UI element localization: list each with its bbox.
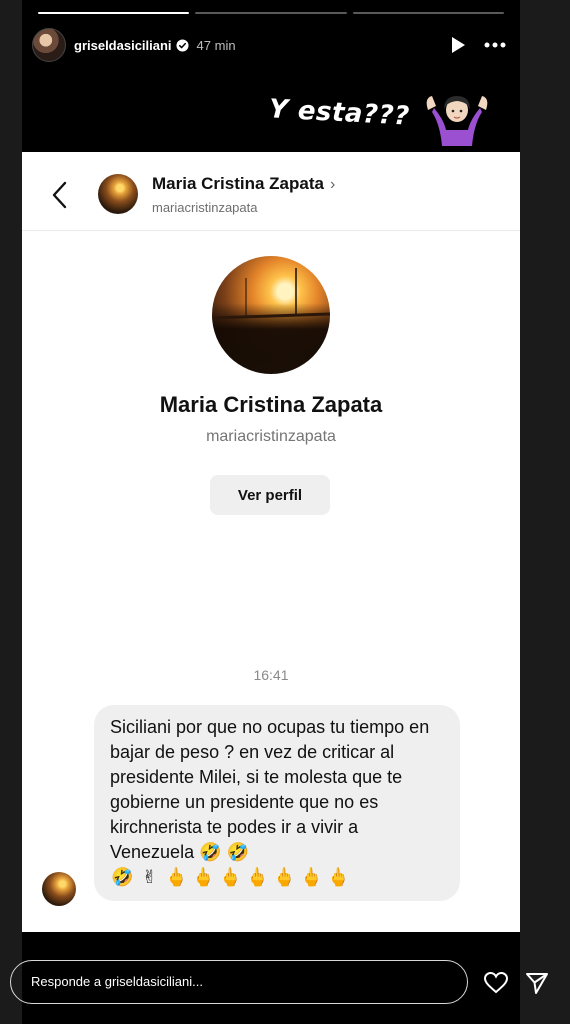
story-progress — [38, 12, 504, 14]
contact-name[interactable]: Maria Cristina Zapata › — [152, 174, 335, 194]
message-body: Siciliani por que no ocupas tu tiempo en… — [110, 717, 430, 862]
contact-avatar[interactable] — [98, 174, 138, 214]
progress-segment — [352, 12, 504, 14]
sender-avatar[interactable] — [42, 872, 76, 906]
story-username[interactable]: griseldasiciliani — [74, 38, 172, 53]
profile-avatar[interactable] — [212, 256, 330, 374]
profile-name: Maria Cristina Zapata — [159, 392, 383, 417]
chevron-right-icon: › — [329, 176, 336, 193]
story-viewer: griseldasiciliani 47 min Y esta??? Maria… — [22, 0, 520, 1024]
story-time: 47 min — [196, 37, 236, 53]
emoji: 🖕 — [246, 867, 271, 888]
dm-screenshot: Maria Cristina Zapata › mariacristinzapat… — [22, 152, 520, 932]
story-header: griseldasiciliani 47 min — [32, 28, 506, 62]
view-profile-button[interactable]: Ver perfil — [210, 475, 330, 515]
chat-header: Maria Cristina Zapata › mariacristinzapat… — [22, 152, 520, 231]
emoji: ✌ — [141, 867, 160, 888]
contact-name-text: Maria Cristina Zapata — [152, 174, 324, 193]
emoji: 🤣 — [111, 867, 136, 888]
message-timestamp: 16:41 — [253, 667, 289, 683]
emoji: 🖕 — [327, 867, 352, 888]
heart-icon[interactable] — [483, 970, 509, 996]
verified-badge-icon — [176, 38, 189, 52]
emoji: 🖕 — [165, 867, 190, 888]
story-caption: Y esta??? — [268, 94, 411, 132]
message-bubble[interactable]: Siciliani por que no ocupas tu tiempo en… — [94, 705, 460, 901]
emoji: 🖕 — [192, 867, 217, 888]
send-icon[interactable] — [524, 970, 550, 996]
reply-input[interactable]: Responde a griseldasiciliani... — [10, 960, 468, 1004]
message-text: Siciliani por que no ocupas tu tiempo en… — [110, 715, 444, 865]
story-user-avatar[interactable] — [32, 28, 66, 62]
emoji: 🖕 — [300, 867, 325, 888]
back-arrow-icon[interactable] — [50, 180, 70, 210]
progress-segment — [38, 12, 190, 14]
progress-segment — [195, 12, 347, 14]
shrug-emoji-icon — [426, 96, 488, 146]
reply-placeholder: Responde a griseldasiciliani... — [31, 974, 203, 989]
caption-band: Y esta??? — [22, 80, 520, 152]
sunset-photo — [212, 268, 330, 320]
emoji: 🖕 — [219, 867, 244, 888]
more-options-icon[interactable] — [484, 42, 506, 48]
message-emoji-row: 🤣 ✌ 🖕 🖕 🖕 🖕 🖕 🖕 🖕 — [110, 865, 444, 891]
profile-username: mariacristinzapata — [206, 428, 336, 445]
play-icon[interactable] — [450, 36, 466, 54]
contact-username: mariacristinzapata — [152, 200, 258, 215]
emoji: 🖕 — [273, 867, 298, 888]
message-emojis-inline: 🤣 🤣 — [199, 842, 249, 862]
